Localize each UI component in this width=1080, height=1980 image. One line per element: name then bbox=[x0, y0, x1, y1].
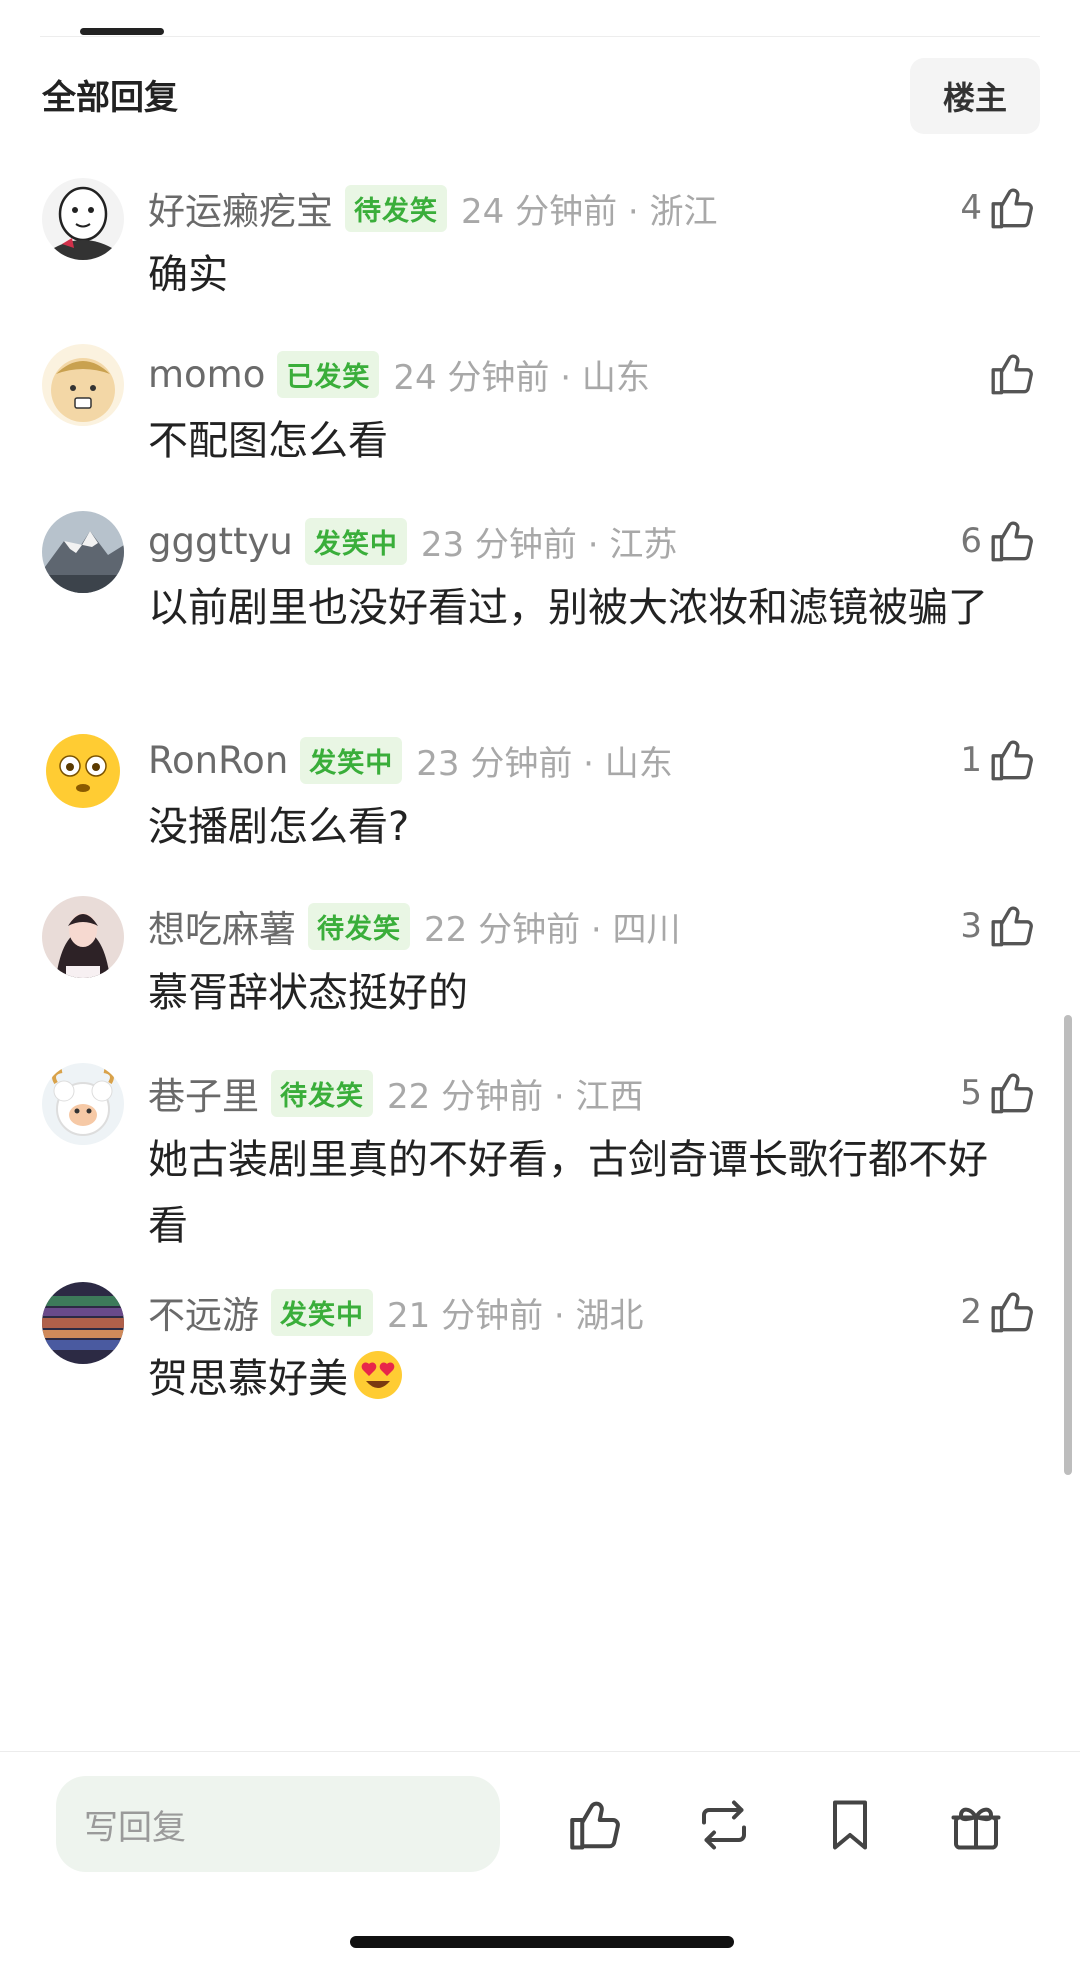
thumbs-up-icon bbox=[988, 1287, 1038, 1337]
bookmark-action-button[interactable] bbox=[820, 1795, 880, 1855]
like-count: 4 bbox=[960, 188, 982, 228]
avatar[interactable] bbox=[42, 178, 124, 260]
timestamp-location: 22 分钟前 · 四川 bbox=[424, 909, 681, 950]
avatar[interactable] bbox=[42, 730, 124, 812]
gift-action-button[interactable] bbox=[946, 1795, 1006, 1855]
laugh-status-badge: 待发笑 bbox=[271, 1069, 373, 1117]
like-button[interactable]: 1 bbox=[960, 734, 1038, 786]
bookmark-icon bbox=[820, 1795, 880, 1855]
laugh-status-badge: 发笑中 bbox=[304, 517, 407, 565]
comment-text: 慕胥辞状态挺好的 bbox=[148, 970, 468, 1016]
comment-text-content: 贺思慕好美 bbox=[148, 1356, 348, 1402]
avatar[interactable] bbox=[42, 1282, 124, 1364]
avatar[interactable] bbox=[42, 1063, 124, 1145]
username[interactable]: 好运癞疙宝 bbox=[148, 181, 333, 235]
avatar[interactable] bbox=[42, 511, 124, 593]
timestamp-location: 23 分钟前 · 山东 bbox=[416, 743, 673, 784]
like-count: 3 bbox=[960, 906, 982, 946]
username[interactable]: 想吃麻薯 bbox=[148, 899, 296, 953]
repost-action-button[interactable] bbox=[694, 1795, 754, 1855]
gift-icon bbox=[946, 1795, 1006, 1855]
comment-text: 以前剧里也没好看过，别被大浓妆和滤镜被骗了 bbox=[148, 585, 988, 631]
comment-text: 贺思慕好美 bbox=[148, 1346, 1018, 1412]
bottom-divider bbox=[0, 1751, 1080, 1752]
thumbs-up-icon bbox=[988, 901, 1038, 951]
top-tab-indicator bbox=[80, 28, 164, 35]
heart-eyes-emoji bbox=[352, 1349, 404, 1401]
timestamp-location: 22 分钟前 · 江西 bbox=[387, 1076, 644, 1117]
like-count: 2 bbox=[960, 1292, 982, 1332]
comment-text: 她古装剧里真的不好看，古剑奇谭长歌行都不好看 bbox=[148, 1137, 988, 1249]
username[interactable]: RonRon bbox=[148, 739, 288, 782]
thumbs-up-icon bbox=[988, 1068, 1038, 1118]
all-replies-title: 全部回复 bbox=[42, 78, 178, 118]
laugh-status-badge: 发笑中 bbox=[300, 736, 403, 784]
username[interactable]: momo bbox=[148, 353, 265, 396]
scrollbar[interactable] bbox=[1064, 1015, 1072, 1475]
username[interactable]: gggttyu bbox=[148, 520, 293, 563]
laugh-status-badge: 已发笑 bbox=[277, 350, 380, 398]
top-divider bbox=[40, 36, 1040, 37]
like-action-button[interactable] bbox=[566, 1795, 626, 1855]
username[interactable]: 不远游 bbox=[148, 1285, 259, 1339]
comment-text: 不配图怎么看 bbox=[148, 418, 388, 464]
thumbs-up-icon bbox=[988, 349, 1038, 399]
laugh-status-badge: 发笑中 bbox=[271, 1288, 373, 1336]
avatar[interactable] bbox=[42, 896, 124, 978]
like-count: 5 bbox=[960, 1073, 982, 1113]
like-count: 1 bbox=[960, 740, 982, 780]
avatar[interactable] bbox=[42, 344, 124, 426]
like-button[interactable] bbox=[982, 348, 1038, 400]
thumbs-up-icon bbox=[988, 183, 1038, 233]
laugh-status-badge: 待发笑 bbox=[345, 184, 447, 232]
reply-input[interactable]: 写回复 bbox=[56, 1776, 500, 1872]
thumbs-up-icon bbox=[566, 1795, 626, 1855]
username[interactable]: 巷子里 bbox=[148, 1066, 259, 1120]
thumbs-up-icon bbox=[988, 735, 1038, 785]
timestamp-location: 24 分钟前 · 山东 bbox=[393, 357, 650, 398]
comment-text: 没播剧怎么看? bbox=[148, 804, 410, 850]
like-count: 6 bbox=[960, 521, 982, 561]
like-button[interactable]: 5 bbox=[960, 1067, 1038, 1119]
laugh-status-badge: 待发笑 bbox=[308, 902, 410, 950]
home-indicator bbox=[350, 1936, 734, 1948]
thumbs-up-icon bbox=[988, 516, 1038, 566]
repost-icon bbox=[694, 1795, 754, 1855]
like-button[interactable]: 3 bbox=[960, 900, 1038, 952]
comment-text: 确实 bbox=[148, 252, 228, 298]
timestamp-location: 23 分钟前 · 江苏 bbox=[420, 524, 678, 565]
like-button[interactable]: 4 bbox=[960, 182, 1038, 234]
like-button[interactable]: 6 bbox=[960, 515, 1038, 567]
timestamp-location: 21 分钟前 · 湖北 bbox=[387, 1295, 644, 1336]
like-button[interactable]: 2 bbox=[960, 1286, 1038, 1338]
op-only-filter-button[interactable]: 楼主 bbox=[910, 58, 1040, 134]
timestamp-location: 24 分钟前 · 浙江 bbox=[461, 191, 718, 232]
